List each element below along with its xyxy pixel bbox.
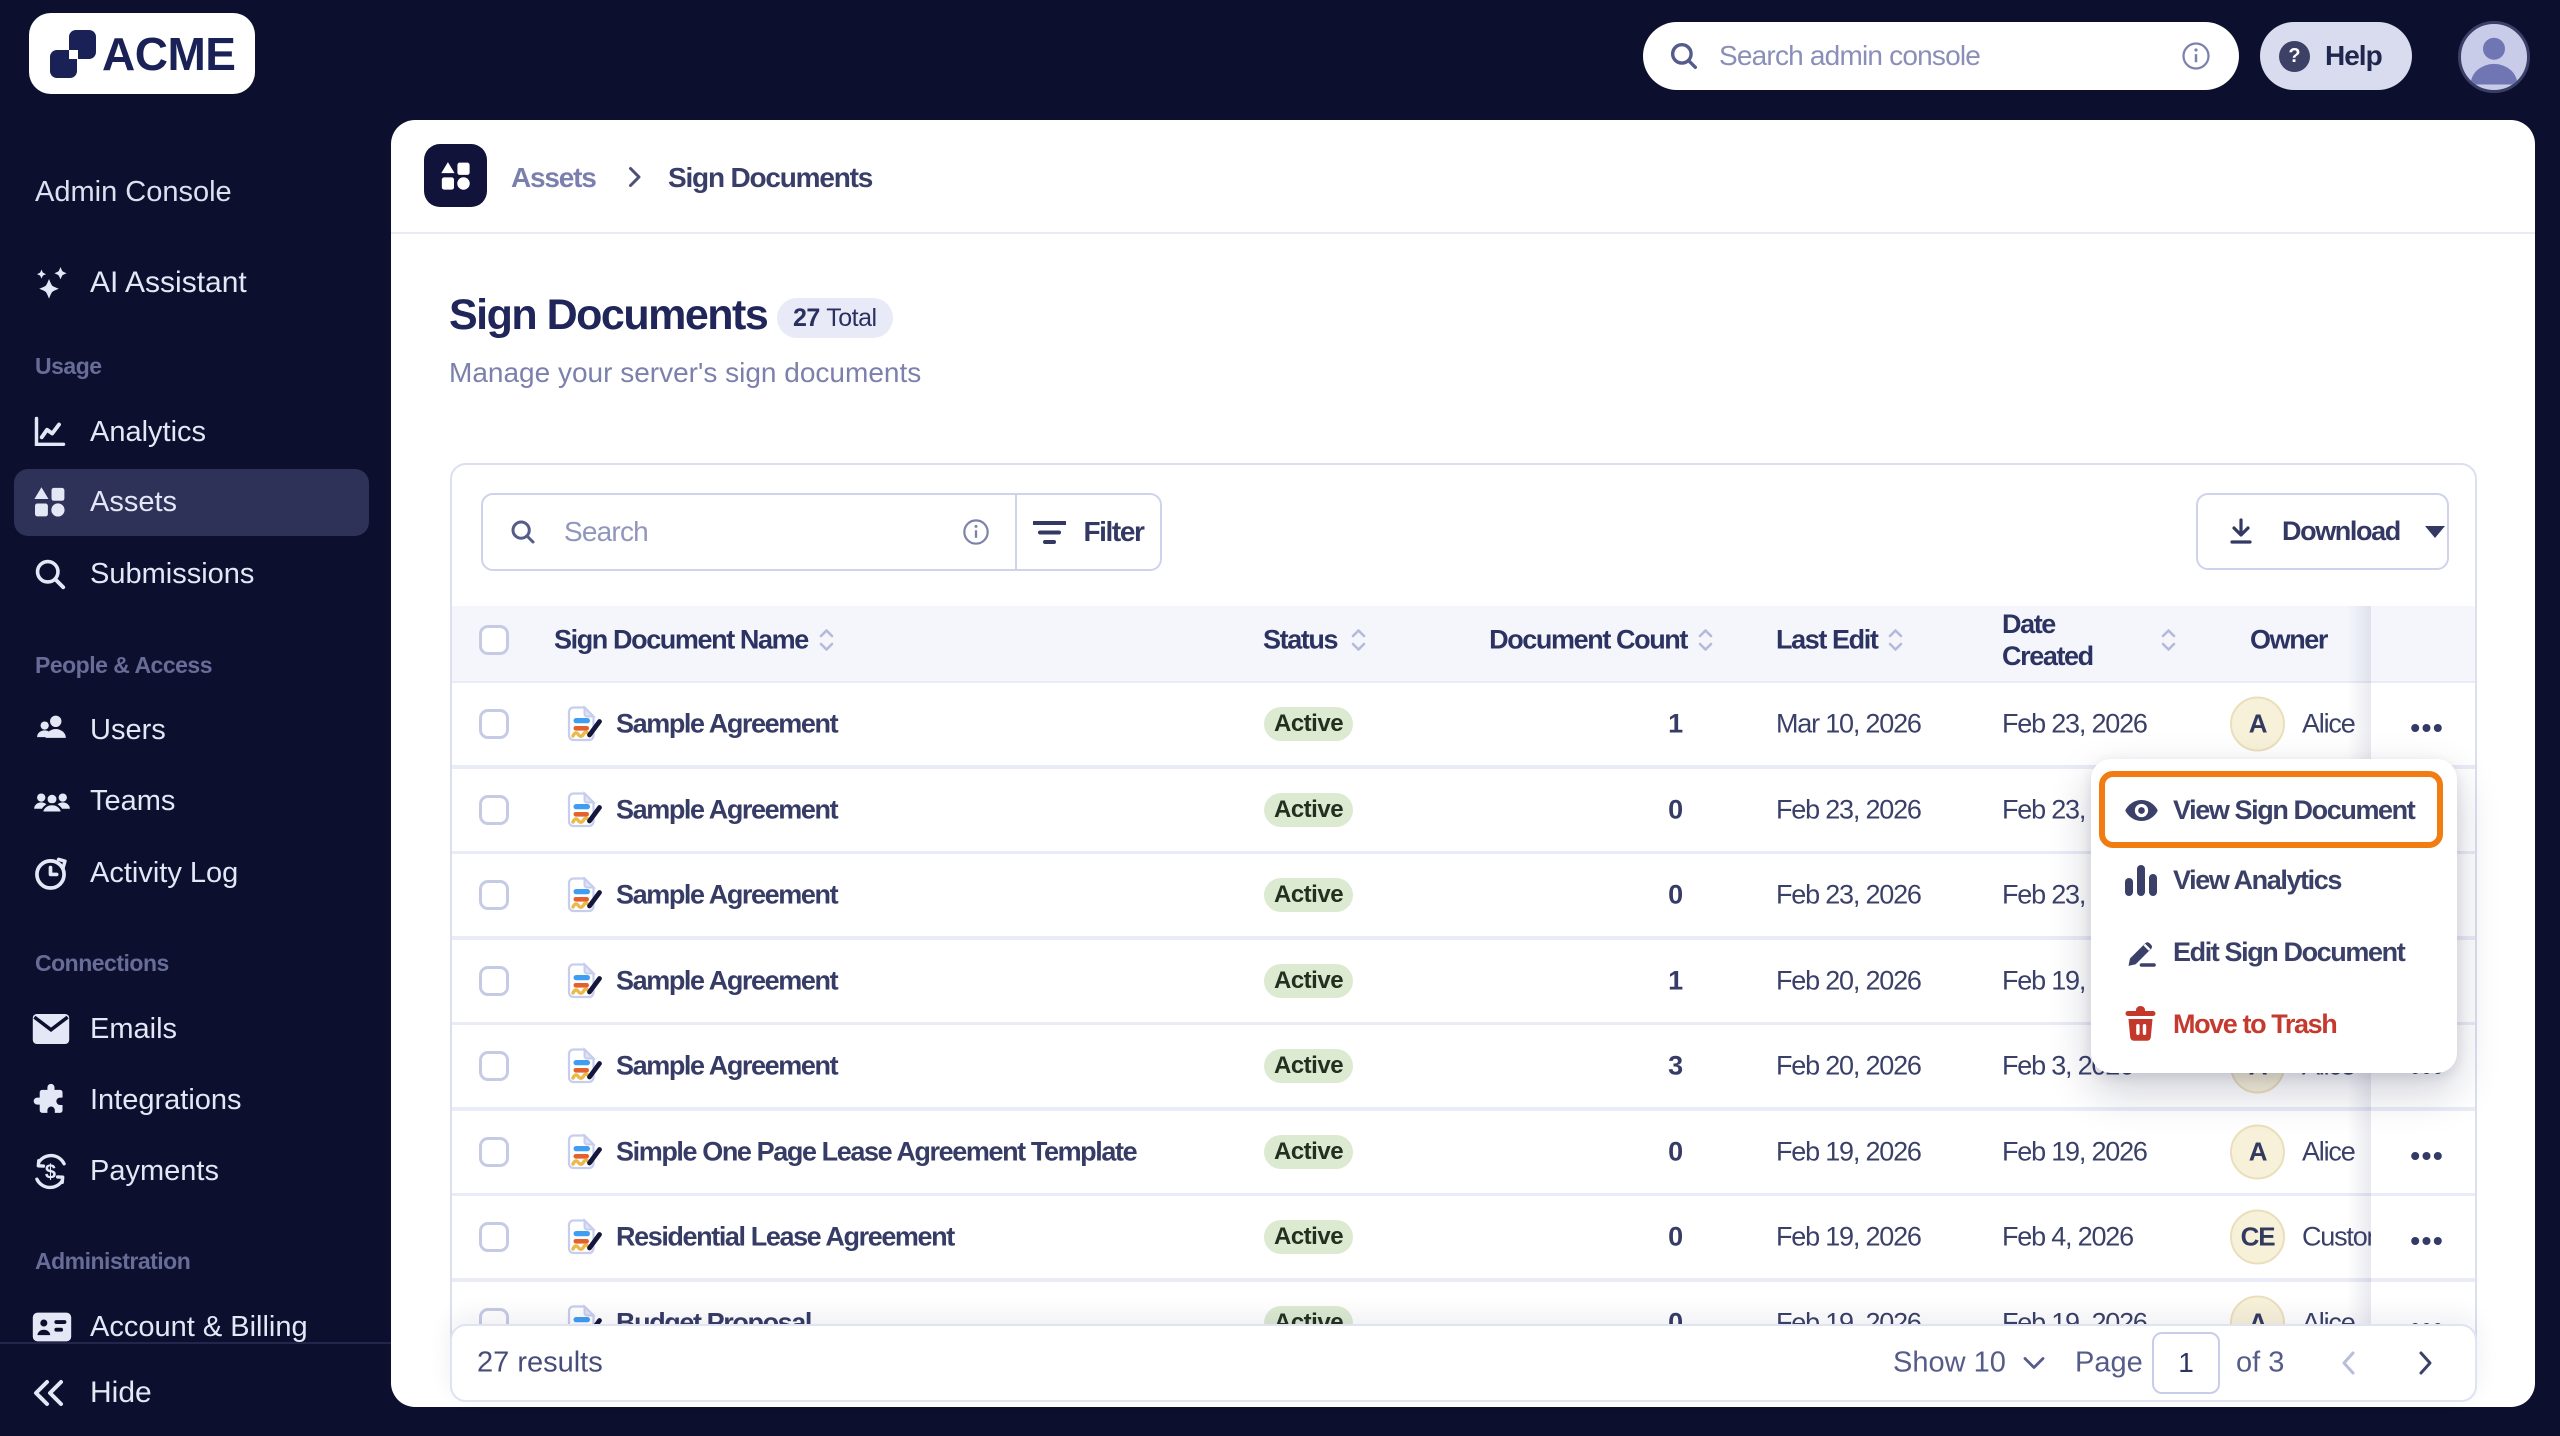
svg-text:$: $ (45, 1161, 56, 1183)
